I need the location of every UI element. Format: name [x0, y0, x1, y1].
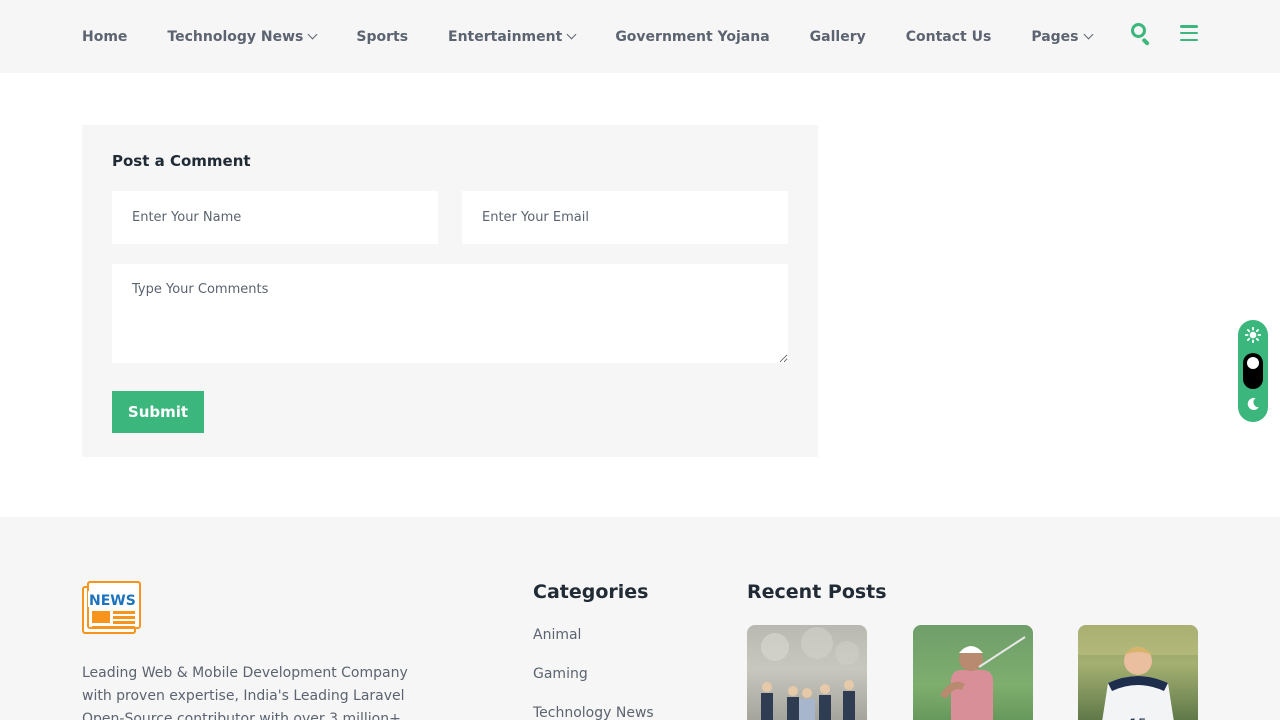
footer-about-text: Leading Web & Mobile Development Company…: [82, 665, 408, 720]
category-link-animal[interactable]: Animal: [533, 627, 654, 666]
category-link-technology-news[interactable]: Technology News: [533, 705, 654, 720]
theme-switch[interactable]: [1243, 353, 1263, 389]
comment-textarea[interactable]: [112, 264, 788, 363]
nav-item-label: Contact Us: [905, 28, 992, 45]
hamburger-menu-icon[interactable]: [1180, 25, 1198, 41]
comment-form-title: Post a Comment: [112, 152, 251, 170]
theme-toggle: [1238, 320, 1268, 422]
news-logo-icon[interactable]: NEWS: [82, 579, 142, 636]
categories-list: Animal Gaming Technology News: [533, 627, 654, 720]
nav-item-contact-us[interactable]: Contact Us: [906, 29, 992, 45]
nav-item-label: Pages: [1031, 28, 1079, 45]
submit-button[interactable]: Submit: [112, 391, 204, 433]
nav-item-technology-news[interactable]: Technology News: [167, 28, 318, 45]
moon-icon[interactable]: [1246, 397, 1260, 411]
main-nav: Home Technology News Sports Entertainmen…: [82, 0, 1132, 73]
nav-item-home[interactable]: Home: [82, 29, 127, 45]
nav-item-gallery[interactable]: Gallery: [810, 29, 866, 45]
nav-item-label: Government Yojana: [615, 28, 770, 45]
comment-form: Post a Comment Submit: [82, 125, 818, 457]
email-field[interactable]: [462, 191, 788, 244]
recent-post-thumbnail[interactable]: [913, 625, 1033, 720]
nav-item-label: Technology News: [167, 28, 304, 45]
nav-actions: [1130, 22, 1198, 46]
categories-heading: Categories: [533, 581, 649, 603]
chevron-down-icon: [566, 29, 577, 40]
nav-item-label: Entertainment: [448, 28, 563, 45]
sun-icon[interactable]: [1245, 327, 1261, 343]
nav-item-label: Gallery: [809, 28, 866, 45]
recent-post-thumbnail[interactable]: 15: [1078, 625, 1198, 720]
nav-item-pages[interactable]: Pages: [1031, 28, 1093, 45]
chevron-down-icon: [307, 29, 318, 40]
logo-text: NEWS: [89, 593, 136, 609]
nav-item-entertainment[interactable]: Entertainment: [448, 28, 577, 45]
chevron-down-icon: [1083, 29, 1093, 40]
name-field[interactable]: [112, 191, 438, 244]
search-icon[interactable]: [1130, 22, 1152, 46]
footer: NEWS Leading Web & Mobile Development Co…: [0, 517, 1280, 720]
nav-item-label: Home: [82, 28, 128, 45]
top-navbar: Home Technology News Sports Entertainmen…: [0, 0, 1280, 73]
nav-item-label: Sports: [356, 28, 409, 45]
recent-posts-heading: Recent Posts: [747, 581, 887, 603]
theme-switch-knob: [1247, 357, 1259, 369]
recent-post-thumbnail[interactable]: [747, 625, 867, 720]
nav-item-sports[interactable]: Sports: [356, 29, 408, 45]
category-link-gaming[interactable]: Gaming: [533, 666, 654, 705]
nav-item-government-yojana[interactable]: Government Yojana: [615, 29, 769, 45]
